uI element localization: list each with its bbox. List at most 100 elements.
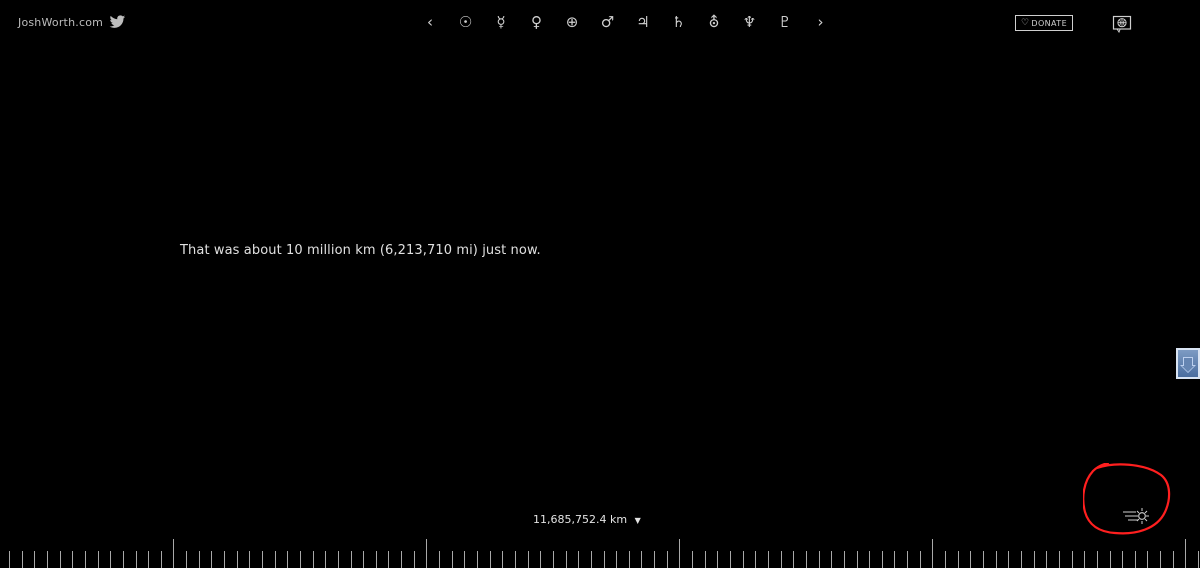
solar-system-page: JoshWorth.com ‹ ☉ ☿ ♀ ⊕ ♂ ♃ ♄ ⛢ ♆ ♇ › ♡ DONATE That… — [0, 0, 1200, 568]
distance-message: That was about 10 million km (6,213,710 … — [180, 243, 541, 258]
ruler-tick — [401, 551, 402, 568]
red-circle-annotation — [1083, 463, 1171, 535]
ruler-tick — [958, 551, 959, 568]
nav-neptune-button[interactable]: ♆ — [734, 8, 766, 36]
ruler-tick — [439, 551, 440, 568]
ruler-tick — [47, 551, 48, 568]
ruler-tick — [1122, 551, 1123, 568]
ruler-tick — [490, 551, 491, 568]
ruler-tick — [1034, 551, 1035, 568]
distance-readout[interactable]: 11,685,752.4 km ▼ — [533, 513, 641, 526]
caret-down-icon: ▼ — [634, 516, 641, 525]
nav-venus-button[interactable]: ♀ — [521, 8, 553, 36]
ruler-tick — [34, 551, 35, 568]
ruler-tick — [540, 551, 541, 568]
ruler-tick — [781, 551, 782, 568]
ruler-tick — [1147, 551, 1148, 568]
ruler-tick — [831, 551, 832, 568]
ruler-tick — [907, 551, 908, 568]
ruler-tick — [869, 551, 870, 568]
site-home-link[interactable]: JoshWorth.com — [18, 16, 103, 29]
ruler-tick — [224, 551, 225, 568]
ruler-tick — [22, 551, 23, 568]
light-speed-sun-icon[interactable] — [1122, 506, 1152, 526]
nav-jupiter-button[interactable]: ♃ — [627, 8, 659, 36]
ruler-tick — [578, 551, 579, 568]
ruler-tick — [1059, 551, 1060, 568]
ruler-tick — [300, 551, 301, 568]
ruler-tick — [60, 551, 61, 568]
twitter-icon[interactable] — [109, 15, 126, 29]
scroll-down-icon — [1180, 357, 1196, 373]
top-navigation-bar: JoshWorth.com ‹ ☉ ☿ ♀ ⊕ ♂ ♃ ♄ ⛢ ♆ ♇ › ♡ DONATE — [0, 0, 1200, 46]
nav-mars-button[interactable]: ♂ — [592, 8, 624, 36]
ruler-tick — [262, 551, 263, 568]
ruler-tick — [85, 551, 86, 568]
ruler-tick — [123, 551, 124, 568]
ruler-tick — [970, 551, 971, 568]
ruler-tick — [920, 551, 921, 568]
ruler-tick — [844, 551, 845, 568]
ruler-tick — [629, 551, 630, 568]
ruler-tick — [945, 551, 946, 568]
ruler-tick — [717, 551, 718, 568]
ruler-tick — [110, 551, 111, 568]
ruler-tick — [313, 551, 314, 568]
ruler-tick — [414, 551, 415, 568]
ruler-tick — [641, 551, 642, 568]
nav-pluto-button[interactable]: ♇ — [769, 8, 801, 36]
distance-value: 11,685,752.4 km — [533, 513, 628, 526]
nav-mercury-button[interactable]: ☿ — [485, 8, 517, 36]
ruler-tick — [477, 551, 478, 568]
ruler-tick — [1185, 539, 1186, 568]
planet-navigation: ‹ ☉ ☿ ♀ ⊕ ♂ ♃ ♄ ⛢ ♆ ♇ › — [414, 8, 834, 36]
ruler-tick — [1084, 551, 1085, 568]
ruler-tick — [388, 551, 389, 568]
ruler-tick — [857, 551, 858, 568]
ruler-tick — [768, 551, 769, 568]
ruler-tick — [566, 551, 567, 568]
ruler-tick — [1046, 551, 1047, 568]
nav-earth-button[interactable]: ⊕ — [556, 8, 588, 36]
ruler-tick — [667, 551, 668, 568]
ruler-tick — [9, 551, 10, 568]
ruler-tick — [730, 551, 731, 568]
nav-saturn-button[interactable]: ♄ — [663, 8, 695, 36]
ruler-tick — [705, 551, 706, 568]
globe-icon[interactable] — [1112, 15, 1132, 33]
ruler-tick — [882, 551, 883, 568]
ruler-tick — [793, 551, 794, 568]
nav-sun-button[interactable]: ☉ — [450, 8, 482, 36]
ruler-tick — [1021, 551, 1022, 568]
ruler-tick — [932, 539, 933, 568]
ruler-tick — [528, 551, 529, 568]
ruler-tick — [1198, 551, 1199, 568]
ruler-tick — [1160, 551, 1161, 568]
scroll-down-button[interactable] — [1176, 348, 1200, 379]
donate-label: DONATE — [1031, 18, 1068, 28]
ruler-tick — [819, 551, 820, 568]
donate-button[interactable]: ♡ DONATE — [1015, 15, 1073, 31]
ruler-tick — [173, 539, 174, 568]
ruler-tick — [186, 551, 187, 568]
ruler-tick — [515, 551, 516, 568]
nav-next-button[interactable]: › — [805, 8, 837, 36]
ruler-tick — [148, 551, 149, 568]
ruler-tick — [1110, 551, 1111, 568]
ruler-tick — [98, 551, 99, 568]
ruler-tick — [249, 551, 250, 568]
ruler-tick — [376, 551, 377, 568]
ruler-tick — [894, 551, 895, 568]
ruler-tick — [287, 551, 288, 568]
ruler-tick — [1072, 551, 1073, 568]
ruler-tick — [237, 551, 238, 568]
ruler-tick — [983, 551, 984, 568]
ruler-tick — [755, 551, 756, 568]
ruler-tick — [338, 551, 339, 568]
nav-uranus-button[interactable]: ⛢ — [698, 8, 730, 36]
nav-previous-button[interactable]: ‹ — [414, 8, 446, 36]
ruler-tick — [743, 551, 744, 568]
ruler-tick — [1008, 551, 1009, 568]
ruler-tick — [679, 539, 680, 568]
ruler-tick — [464, 551, 465, 568]
